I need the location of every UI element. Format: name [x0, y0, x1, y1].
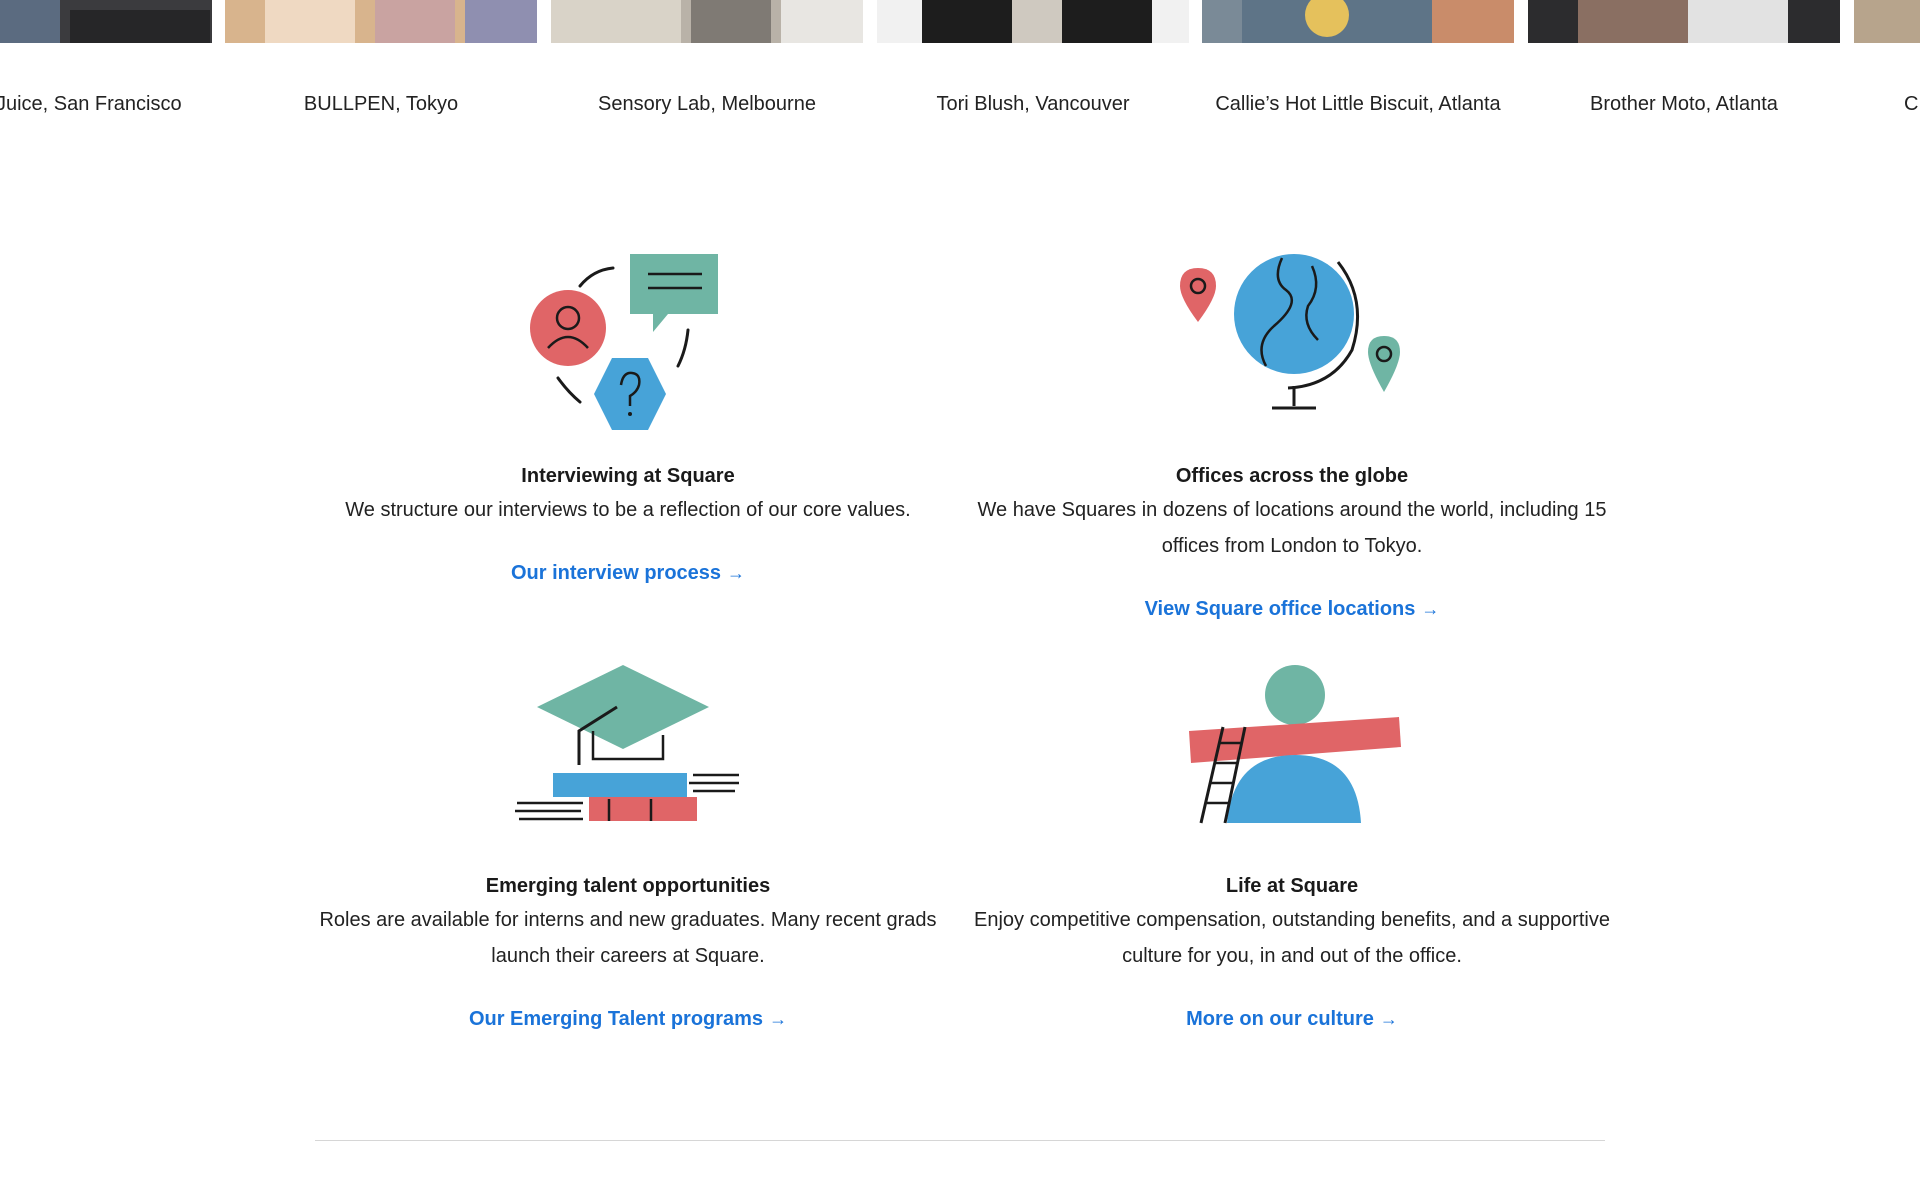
location-caption: Brother Moto, Atlanta: [1590, 93, 1778, 115]
globe-icon: [1234, 254, 1359, 410]
link-label: Our Emerging Talent programs: [468, 1008, 764, 1030]
link-label: More on our culture: [1186, 1008, 1374, 1030]
arrow-right-icon: →: [769, 1009, 788, 1029]
map-pin-red-icon: [1180, 268, 1216, 322]
location-photo-brother-moto[interactable]: [1528, 0, 1840, 43]
feature-title: Interviewing at Square: [521, 465, 735, 487]
location-caption: Tori Blush, Vancouver: [936, 93, 1130, 115]
location-caption: C: [1904, 93, 1919, 115]
feature-offices: Offices across the globe We have Squares…: [972, 240, 1612, 640]
feature-description: We structure our interviews to be a refl…: [345, 499, 911, 521]
feature-emerging-talent: Emerging talent opportunities Roles are …: [308, 655, 948, 1055]
feature-title: Life at Square: [1225, 875, 1359, 897]
section-divider: [315, 1140, 1605, 1141]
culture-link[interactable]: More on our culture →: [972, 1001, 1612, 1037]
feature-description: Roles are available for interns and new …: [319, 909, 937, 967]
books-stack-icon: [515, 773, 739, 821]
office-locations-link[interactable]: View Square office locations →: [972, 591, 1612, 627]
location-photo-next[interactable]: [1854, 0, 1920, 43]
graduation-cap-icon: [537, 665, 709, 765]
chat-bubble-icon: [630, 254, 718, 332]
feature-description: We have Squares in dozens of locations a…: [977, 499, 1607, 557]
feature-interviewing: Interviewing at Square We structure our …: [308, 240, 948, 600]
link-label: Our interview process: [510, 562, 722, 584]
arrow-right-icon: →: [727, 563, 746, 583]
person-icon: [530, 290, 606, 366]
interview-illustration: [308, 240, 948, 440]
balance-illustration: [972, 655, 1612, 830]
location-photo-sensory-lab[interactable]: [551, 0, 863, 43]
location-caption: Moose Juice, San Francisco: [0, 93, 182, 115]
location-caption: BULLPEN, Tokyo: [303, 93, 459, 115]
arrow-right-icon: →: [1421, 599, 1440, 619]
interview-process-link[interactable]: Our interview process →: [308, 555, 948, 591]
location-caption: Sensory Lab, Melbourne: [598, 93, 816, 115]
location-photo-bullpen[interactable]: [225, 0, 537, 43]
location-photo-strip: Moose Juice, San Francisco BULLPEN, Toky…: [0, 0, 1920, 160]
feature-life: Life at Square Enjoy competitive compens…: [972, 655, 1612, 1055]
teal-circle-icon: [1265, 665, 1325, 725]
map-pin-teal-icon: [1368, 336, 1400, 392]
location-caption: Callie’s Hot Little Biscuit, Atlanta: [1215, 93, 1501, 115]
feature-title: Offices across the globe: [1175, 465, 1409, 487]
link-label: View Square office locations: [1144, 598, 1416, 620]
location-photo-callies-biscuit[interactable]: [1202, 0, 1514, 43]
feature-title: Emerging talent opportunities: [485, 875, 771, 897]
question-hexagon-icon: [594, 358, 666, 430]
feature-description: Enjoy competitive compensation, outstand…: [974, 909, 1610, 967]
arrow-right-icon: →: [1379, 1009, 1398, 1029]
blue-dome-icon: [1227, 755, 1361, 823]
globe-illustration: [972, 240, 1612, 440]
emerging-talent-link[interactable]: Our Emerging Talent programs →: [308, 1001, 948, 1037]
location-photo-moose-juice[interactable]: [0, 0, 212, 43]
graduation-illustration: [308, 655, 948, 830]
location-photo-tori-blush[interactable]: [877, 0, 1189, 43]
